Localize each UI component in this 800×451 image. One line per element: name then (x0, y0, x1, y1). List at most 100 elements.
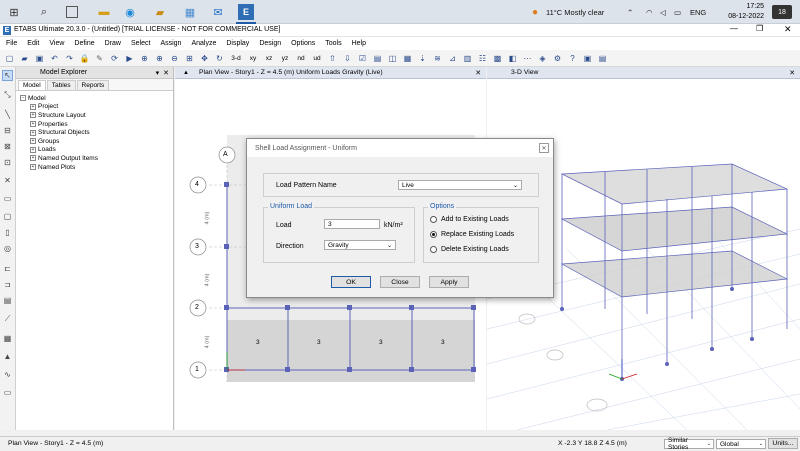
shell-design-icon[interactable]: ◧ (507, 53, 518, 64)
tree-root[interactable]: − Model (20, 94, 173, 103)
save-icon[interactable]: ▣ (34, 53, 45, 64)
windows-start-icon[interactable]: ⊞ (6, 4, 22, 20)
tree-item-groups[interactable]: + Groups (20, 137, 173, 146)
tab-reports[interactable]: Reports (76, 80, 110, 90)
draw-wall-icon[interactable]: ▯ (2, 227, 13, 238)
draw-cross-icon[interactable]: ✕ (2, 175, 13, 186)
design-icon[interactable]: ▥ (462, 53, 473, 64)
tree-item-structure-layout[interactable]: + Structure Layout (20, 111, 173, 120)
new-model-icon[interactable]: ▢ (4, 53, 15, 64)
close-window-icon[interactable]: ✕ (784, 24, 792, 35)
draw-text-icon[interactable]: ▭ (2, 387, 13, 398)
more-tools-icon[interactable]: ◈ (537, 53, 548, 64)
reshape-icon[interactable]: ⤡ (2, 89, 13, 100)
show-tables-icon[interactable]: ☷ (477, 53, 488, 64)
zoom-in-icon[interactable]: ⊕ (154, 53, 165, 64)
help-icon[interactable]: ? (567, 53, 578, 64)
coord-system-select[interactable]: Global ⌄ (716, 439, 766, 449)
arrow-down-icon[interactable]: ⇩ (342, 53, 353, 64)
apply-button[interactable]: Apply (429, 276, 469, 288)
draw-rect-icon[interactable]: ▢ (2, 211, 13, 222)
open-folder-icon[interactable]: ▰ (19, 53, 30, 64)
menu-display[interactable]: Display (226, 40, 249, 47)
pan-icon[interactable]: ✥ (199, 53, 210, 64)
ok-button[interactable]: OK (331, 276, 371, 288)
draw-wave-icon[interactable]: ∿ (2, 369, 13, 380)
tree-item-project[interactable]: + Project (20, 103, 173, 112)
menu-options[interactable]: Options (291, 40, 315, 47)
rotate-icon[interactable]: ↻ (214, 53, 225, 64)
tree-item-structural-objects[interactable]: + Structural Objects (20, 128, 173, 137)
menu-file[interactable]: File (6, 40, 17, 47)
display-options-icon[interactable]: ☑ (357, 53, 368, 64)
zoom-out-icon[interactable]: ⊖ (169, 53, 180, 64)
draw-beam-icon[interactable]: ⊟ (2, 125, 13, 136)
menu-draw[interactable]: Draw (105, 40, 121, 47)
tray-chevron-icon[interactable]: ⌃ (627, 0, 633, 24)
view-yz-button[interactable]: yz (279, 53, 291, 64)
frame-design-icon[interactable]: ▩ (492, 53, 503, 64)
draw-grid-icon[interactable]: ▦ (2, 333, 13, 344)
detailing-icon[interactable]: ⋯ (522, 53, 533, 64)
draw-column-icon[interactable]: ⊠ (2, 141, 13, 152)
expand-icon[interactable]: + (30, 103, 36, 110)
expand-icon[interactable]: + (30, 121, 36, 128)
draw-reference-icon[interactable]: ⟋ (2, 313, 13, 324)
view-xy-button[interactable]: xy (247, 53, 259, 64)
redo-icon[interactable]: ↷ (64, 53, 75, 64)
collapse-icon[interactable]: − (20, 95, 26, 102)
radio-icon[interactable] (430, 216, 437, 223)
notification-badge[interactable]: 18 (772, 5, 792, 19)
lock-icon[interactable]: 🔒 (79, 53, 90, 64)
draw-brace-icon[interactable]: ⊡ (2, 157, 13, 168)
minimize-icon[interactable]: — (730, 24, 738, 33)
expand-icon[interactable]: + (30, 129, 36, 136)
refresh-icon[interactable]: ⟳ (109, 53, 120, 64)
expand-icon[interactable]: + (30, 155, 36, 162)
tree-item-named-output[interactable]: + Named Output Items (20, 154, 173, 163)
pin-icon[interactable]: ▲ (183, 70, 189, 76)
etabs-app-icon[interactable]: E (238, 4, 254, 20)
battery-icon[interactable]: ▭ (674, 0, 681, 24)
units-button[interactable]: Units... (768, 438, 798, 449)
volume-icon[interactable]: ◁ (660, 0, 666, 24)
undo-icon[interactable]: ↶ (49, 53, 60, 64)
undeformed-shape-icon[interactable]: ▦ (402, 53, 413, 64)
extra2-icon[interactable]: ▤ (597, 53, 608, 64)
object-shrink-icon[interactable]: ▤ (372, 53, 383, 64)
language-indicator[interactable]: ENG (690, 0, 706, 24)
option-delete[interactable]: Delete Existing Loads (430, 246, 509, 253)
menu-design[interactable]: Design (259, 40, 281, 47)
ud-button[interactable]: ud (311, 53, 323, 64)
menu-help[interactable]: Help (352, 40, 366, 47)
load-value-input[interactable]: 3 (324, 219, 380, 229)
extra-icon[interactable]: ▣ (582, 53, 593, 64)
edge-browser-icon[interactable]: ◉ (122, 4, 138, 20)
menu-view[interactable]: View (49, 40, 64, 47)
menu-select[interactable]: Select (131, 40, 150, 47)
settings-icon[interactable]: ⚙ (552, 53, 563, 64)
file-explorer-icon[interactable]: ▬ (96, 4, 112, 20)
radio-icon[interactable] (430, 246, 437, 253)
option-replace[interactable]: Replace Existing Loads (430, 231, 514, 238)
wifi-icon[interactable]: ◠ (646, 0, 653, 24)
menu-tools[interactable]: Tools (325, 40, 341, 47)
direction-select[interactable]: Gravity ⌄ (324, 240, 396, 250)
option-add[interactable]: Add to Existing Loads (430, 216, 509, 223)
zoom-fit-icon[interactable]: ⊞ (184, 53, 195, 64)
expand-icon[interactable]: + (30, 164, 36, 171)
tree-item-properties[interactable]: + Properties (20, 120, 173, 129)
tree-item-loads[interactable]: + Loads (20, 146, 173, 155)
menu-edit[interactable]: Edit (27, 40, 39, 47)
mail-icon[interactable]: ✉ (210, 4, 226, 20)
menu-analyze[interactable]: Analyze (191, 40, 216, 47)
draw-tendon-icon[interactable]: ⊐ (2, 279, 13, 290)
menu-define[interactable]: Define (74, 40, 94, 47)
expand-icon[interactable]: + (30, 112, 36, 119)
forces-icon[interactable]: ⊿ (447, 53, 458, 64)
tab-model[interactable]: Model (18, 80, 46, 90)
draw-line-icon[interactable]: ╲ (2, 109, 13, 120)
nd-button[interactable]: nd (295, 53, 307, 64)
pointer-icon[interactable]: ↖ (2, 70, 13, 81)
task-view-icon[interactable] (66, 6, 78, 18)
